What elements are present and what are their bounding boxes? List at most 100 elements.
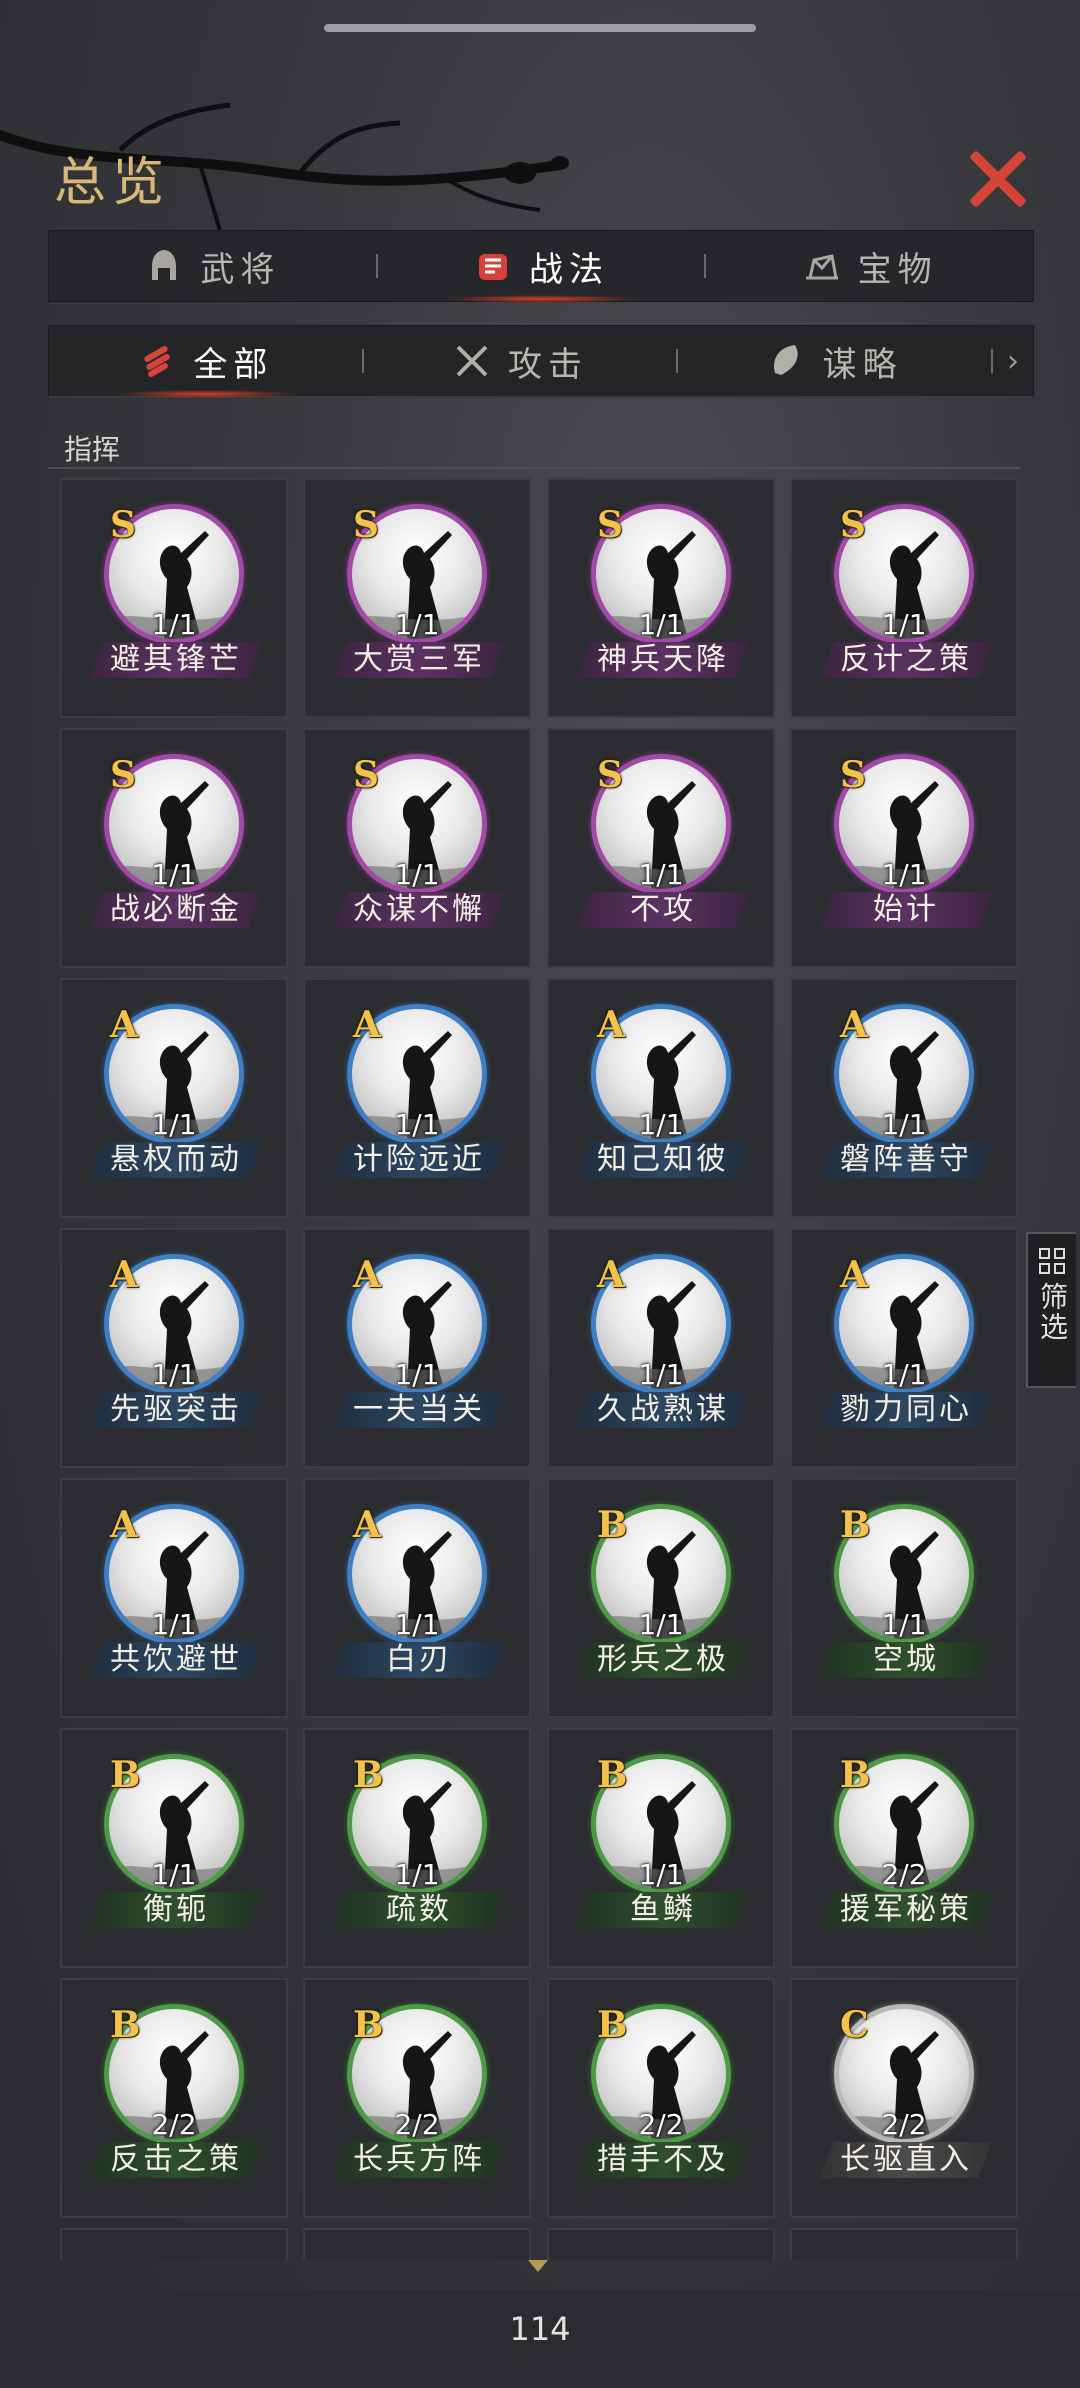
grade-badge: A [840,1254,868,1296]
skill-name: 众谋不懈 [333,892,505,928]
skill-card[interactable]: S 1/1 众谋不懈 [303,728,531,968]
skill-card[interactable]: A 1/1 共饮避世 [60,1478,288,1718]
skill-card[interactable]: S 1/1 大赏三军 [303,478,531,718]
skill-card[interactable]: C 2/2 长驱直入 [790,1978,1018,2218]
skill-card[interactable]: A 1/1 悬权而动 [60,978,288,1218]
skill-count: 1/1 [151,1858,197,1891]
skill-card[interactable]: A 1/1 知己知彼 [547,978,775,1218]
skill-name: 鱼鳞 [577,1892,749,1928]
close-button[interactable] [968,148,1028,208]
skill-card[interactable]: S 1/1 反计之策 [790,478,1018,718]
skill-count: 1/1 [151,1108,197,1141]
subtab-label: 谋略 [822,344,903,385]
skill-card-partial[interactable] [60,2228,288,2260]
grade-badge: A [840,1004,868,1046]
skill-card[interactable]: S 1/1 战必断金 [60,728,288,968]
skill-count: 1/1 [881,858,927,891]
skill-card[interactable]: B 1/1 鱼鳞 [547,1728,775,1968]
skill-count: 1/1 [394,1858,440,1891]
skill-card[interactable]: S 1/1 避其锋芒 [60,478,288,718]
grade-badge: B [840,1504,871,1546]
skill-count: 1/1 [394,1358,440,1391]
skill-count: 2/2 [881,1858,927,1891]
skill-card[interactable]: B 1/1 形兵之极 [547,1478,775,1718]
treasure-icon [805,254,838,280]
skill-count: 1/1 [638,1108,684,1141]
skill-name: 神兵天降 [577,642,749,678]
grade-badge: A [110,1504,138,1546]
skill-name: 长驱直入 [820,2142,992,2178]
subtab-all[interactable]: 全部 [49,326,362,398]
skill-name: 战必断金 [90,892,262,928]
skill-name: 避其锋芒 [90,642,262,678]
skill-name: 长兵方阵 [333,2142,505,2178]
tab-generals[interactable]: 武将 [49,231,376,301]
skill-name: 共饮避世 [90,1642,262,1678]
grade-badge: S [353,504,379,546]
grade-badge: C [840,2004,869,2046]
skill-card[interactable]: S 1/1 神兵天降 [547,478,775,718]
skill-count: 1/1 [151,608,197,641]
skill-name: 先驱突击 [90,1392,262,1428]
grade-badge: B [597,1504,628,1546]
skill-name: 久战熟谋 [577,1392,749,1428]
grade-badge: A [597,1254,625,1296]
skill-count: 1/1 [638,1358,684,1391]
skill-name: 计险远近 [333,1142,505,1178]
skill-name: 措手不及 [577,2142,749,2178]
skill-count: 1/1 [151,858,197,891]
grade-badge: A [597,1004,625,1046]
tab-label: 武将 [200,249,281,290]
skill-card[interactable]: A 1/1 一夫当关 [303,1228,531,1468]
skill-name: 形兵之极 [577,1642,749,1678]
skill-card-partial[interactable] [790,2228,1018,2260]
skill-card[interactable]: B 2/2 援军秘策 [790,1728,1018,1968]
skill-card[interactable]: S 1/1 不攻 [547,728,775,968]
skill-card[interactable]: B 2/2 反击之策 [60,1978,288,2218]
grade-badge: A [110,1004,138,1046]
crossed-swords-icon [456,345,488,377]
skill-card[interactable]: A 1/1 先驱突击 [60,1228,288,1468]
skill-card-partial[interactable] [303,2228,531,2260]
filter-button[interactable]: 筛选 [1026,1232,1076,1388]
skill-count: 1/1 [394,858,440,891]
skill-count: 1/1 [151,1358,197,1391]
scroll-bundle-icon [144,346,170,377]
grade-badge: B [110,1754,141,1796]
tab-label: 宝物 [857,249,938,290]
skill-card[interactable]: B 1/1 疏数 [303,1728,531,1968]
scroll-down-indicator-icon [528,2260,548,2272]
grade-badge: A [110,1254,138,1296]
grade-badge: B [110,2004,141,2046]
skill-name: 一夫当关 [333,1392,505,1428]
more-tabs-arrow[interactable]: › [993,344,1033,379]
skill-name: 始计 [820,892,992,928]
grade-badge: S [110,504,136,546]
skill-card[interactable]: S 1/1 始计 [790,728,1018,968]
feather-fan-icon [773,345,798,375]
skill-count: 2/2 [881,2108,927,2141]
skill-card[interactable]: A 1/1 久战熟谋 [547,1228,775,1468]
skill-name: 援军秘策 [820,1892,992,1928]
tab-tactics[interactable]: 战法 [378,231,705,303]
skill-card[interactable]: B 2/2 措手不及 [547,1978,775,2218]
filter-label: 筛选 [1036,1282,1069,1342]
section-divider [48,467,1020,469]
tab-treasures[interactable]: 宝物 [706,231,1033,301]
skill-count: 1/1 [638,608,684,641]
skill-card[interactable]: A 1/1 勠力同心 [790,1228,1018,1468]
skill-card-partial[interactable] [547,2228,775,2260]
skill-card[interactable]: B 1/1 空城 [790,1478,1018,1718]
drag-handle[interactable] [324,24,756,32]
subtab-attack[interactable]: 攻击 [364,326,677,396]
skill-card[interactable]: A 1/1 计险远近 [303,978,531,1218]
skill-card[interactable]: A 1/1 磐阵善守 [790,978,1018,1218]
page-number: 114 [509,2310,571,2348]
skill-card[interactable]: B 2/2 长兵方阵 [303,1978,531,2218]
subtab-strategy[interactable]: 谋略 [678,326,991,396]
fist-icon [479,254,507,280]
skill-card[interactable]: B 1/1 衡轭 [60,1728,288,1968]
skill-card[interactable]: A 1/1 白刃 [303,1478,531,1718]
skill-count: 1/1 [638,858,684,891]
grade-badge: A [353,1254,381,1296]
